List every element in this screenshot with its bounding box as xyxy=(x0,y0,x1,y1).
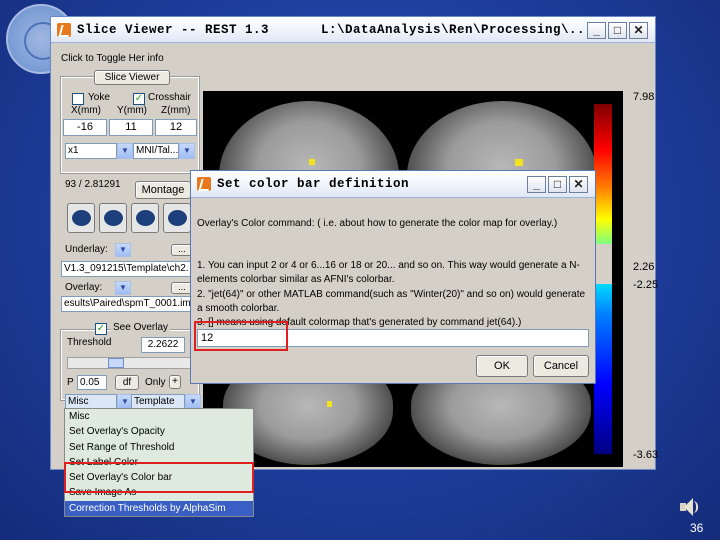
space-chevron-down-icon[interactable]: ▼ xyxy=(179,143,195,159)
coronal-brain-icon xyxy=(136,210,155,226)
window-title: Slice Viewer -- REST 1.3 xyxy=(77,23,270,37)
crosshair-label: Crosshair xyxy=(148,92,191,103)
underlay-chevron-down-icon[interactable]: ▼ xyxy=(115,243,131,257)
highlight-box-menu xyxy=(64,462,254,493)
threshold-input[interactable]: 2.2622 xyxy=(141,337,185,353)
threshold-label: Threshold xyxy=(67,337,112,348)
coronal-view-button[interactable] xyxy=(131,203,159,233)
template-select[interactable]: Template xyxy=(131,394,185,409)
page-number: 36 xyxy=(690,521,704,535)
minimize-button[interactable]: _ xyxy=(587,22,606,39)
misc-select[interactable]: Misc xyxy=(65,394,117,409)
menu-item-alphasim[interactable]: Correction Thresholds by AlphaSim xyxy=(65,500,253,517)
activation-blob xyxy=(327,401,332,407)
dialog-title: Set color bar definition xyxy=(217,177,410,191)
threshold-slider-thumb[interactable] xyxy=(108,358,124,368)
maximize-button[interactable]: □ xyxy=(608,22,627,39)
sagittal-brain-icon xyxy=(72,210,91,226)
p-label: P xyxy=(67,377,74,388)
set-color-bar-dialog: Set color bar definition _ □ ✕ Overlay's… xyxy=(190,170,596,384)
underlay-path-field[interactable]: V1.3_091215\Template\ch2. xyxy=(61,261,197,277)
3d-view-button[interactable] xyxy=(163,203,191,233)
colorbar-top-value: 7.98 xyxy=(633,91,655,103)
toggle-info-text[interactable]: Click to Toggle Her info xyxy=(61,53,164,64)
dialog-matlab-logo-icon xyxy=(197,177,211,191)
ok-button[interactable]: OK xyxy=(476,355,528,377)
montage-button[interactable]: Montage xyxy=(135,181,191,199)
axial-view-button[interactable] xyxy=(99,203,127,233)
only-label: Only xyxy=(145,377,166,388)
overlay-label: Overlay: xyxy=(65,282,103,293)
overlay-path-field[interactable]: esults\Paired\spmT_0001.im xyxy=(61,296,197,312)
see-overlay-label: See Overlay xyxy=(111,322,171,333)
colorbar-mid-negative-value: -2.25 xyxy=(633,279,659,291)
space-select[interactable]: MNI/Tal... xyxy=(133,143,179,159)
title-bar: Slice Viewer -- REST 1.3 L:\DataAnalysis… xyxy=(51,17,655,43)
dialog-title-bar: Set color bar definition _ □ ✕ xyxy=(191,171,595,198)
slice-viewer-button[interactable]: Slice Viewer xyxy=(94,70,170,85)
speaker-icon[interactable] xyxy=(678,496,700,518)
close-button[interactable]: ✕ xyxy=(629,22,648,39)
highlight-box-input xyxy=(194,321,288,351)
see-overlay-checkbox[interactable]: ✓ xyxy=(95,323,107,335)
y-header: Y(mm) xyxy=(117,105,147,116)
df-button[interactable]: df xyxy=(115,375,139,390)
dialog-instruction-line1: Overlay's Color command: ( i.e. about ho… xyxy=(197,218,558,229)
dialog-instruction-line3: 2. "jet(64)" or other MATLAB command(suc… xyxy=(197,289,586,314)
menu-item-set-threshold-range[interactable]: Set Range of Threshold xyxy=(65,439,253,455)
colorbar-threshold-gap xyxy=(594,244,612,284)
yoke-label: Yoke xyxy=(88,92,110,103)
crosshair-checkbox[interactable]: ✓ xyxy=(133,93,145,105)
p-value-input[interactable]: 0.05 xyxy=(77,375,107,390)
overlay-chevron-down-icon[interactable]: ▼ xyxy=(115,281,131,295)
template-chevron-down-icon[interactable]: ▼ xyxy=(185,394,201,409)
cancel-button[interactable]: Cancel xyxy=(533,355,589,377)
zoom-select[interactable]: x1 xyxy=(65,143,117,159)
zoom-chevron-down-icon[interactable]: ▼ xyxy=(117,143,133,159)
activation-blob xyxy=(515,159,523,166)
sagittal-view-button[interactable] xyxy=(67,203,95,233)
plus-button[interactable]: + xyxy=(169,375,181,389)
dialog-minimize-button[interactable]: _ xyxy=(527,176,546,193)
yoke-checkbox[interactable] xyxy=(72,93,84,105)
colorbar-mid-positive-value: 2.26 xyxy=(633,261,655,273)
activation-blob xyxy=(309,159,315,165)
dialog-close-button[interactable]: ✕ xyxy=(569,176,588,193)
x-header: X(mm) xyxy=(71,105,101,116)
z-coordinate-input[interactable]: 12 xyxy=(155,119,197,136)
3d-brain-icon xyxy=(168,210,187,226)
voxel-value-text: 93 / 2.81291 xyxy=(65,179,121,190)
x-coordinate-input[interactable]: -16 xyxy=(63,119,107,136)
threshold-slider[interactable] xyxy=(67,357,191,369)
underlay-label: Underlay: xyxy=(65,244,108,255)
menu-item-set-opacity[interactable]: Set Overlay's Opacity xyxy=(65,424,253,440)
matlab-logo-icon xyxy=(57,23,71,37)
colorbar-bottom-value: -3.63 xyxy=(633,449,659,461)
y-coordinate-input[interactable]: 11 xyxy=(109,119,153,136)
dialog-maximize-button[interactable]: □ xyxy=(548,176,567,193)
window-path: L:\DataAnalysis\Ren\Processing\... xyxy=(321,23,594,37)
z-header: Z(mm) xyxy=(161,105,191,116)
axial-brain-icon xyxy=(104,210,123,226)
dialog-instruction-line2: 1. You can input 2 or 4 or 6...16 or 18 … xyxy=(197,260,580,285)
menu-item-misc[interactable]: Misc xyxy=(65,409,253,425)
